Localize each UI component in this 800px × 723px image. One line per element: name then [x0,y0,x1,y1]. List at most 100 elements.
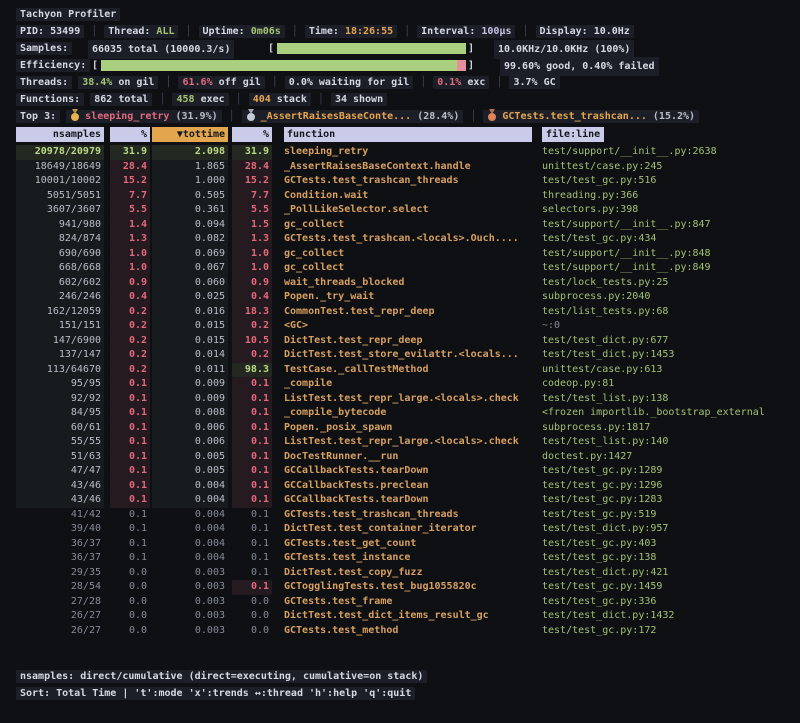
table-row[interactable]: 92/920.10.0090.1ListTest.test_repr_large… [16,392,784,407]
table-row[interactable]: 18649/1864928.41.86528.4_AssertRaisesBas… [16,160,784,175]
file-line-cell: test/support/__init__.py:2638 [532,145,784,160]
table-row[interactable]: 29/350.00.0030.1DictTest.test_copy_fuzzt… [16,566,784,581]
table-row[interactable]: 246/2460.40.0250.4Popen._try_waitsubproc… [16,290,784,305]
thread-label: Thread: [108,26,156,37]
tottime-cell: 0.003 [152,580,228,595]
pct-direct-cell: 1.0 [110,261,150,276]
table-row[interactable]: 162/120590.20.01618.3CommonTest.test_rep… [16,305,784,320]
table-row[interactable]: 20978/2097931.92.09831.9sleeping_retryte… [16,145,784,160]
column-header-tottime[interactable]: ▼tottime [150,127,228,143]
file-line-header-label: file:line [542,127,604,142]
table-row[interactable]: 3607/36075.50.3615.5_PollLikeSelector.se… [16,203,784,218]
table-row[interactable]: 147/69000.20.01510.5DictTest.test_repr_d… [16,334,784,349]
table-row[interactable]: 47/470.10.0050.1GCCallbackTests.tearDown… [16,464,784,479]
column-header-pct-cumulative[interactable]: % [228,127,272,143]
samples-line: Samples: 66035 total (10000.3/s) [ ] 10.… [16,40,784,57]
pct-direct-cell: 0.0 [110,624,150,639]
pct-direct-cell: 0.1 [110,522,150,537]
table-header: nsamples%▼tottime%functionfile:line [16,127,784,143]
profiler-screen: Tachyon Profiler PID: 53499│Thread: ALL│… [0,0,800,723]
table-row[interactable]: 602/6020.90.0600.9wait_threads_blockedte… [16,276,784,291]
table-row[interactable]: 137/1470.20.0140.2DictTest.test_store_ev… [16,348,784,363]
pct-cumulative-cell: 0.1 [232,421,272,436]
table-row[interactable]: 668/6681.00.0671.0gc_collecttest/support… [16,261,784,276]
table-row[interactable]: 36/370.10.0040.1GCTests.test_instancetes… [16,551,784,566]
pct-cumulative-cell: 1.0 [232,261,272,276]
tottime-cell: 0.005 [152,464,228,479]
file-line-cell: test/test_gc.py:1459 [532,580,784,595]
nsamples-cell: 26/27 [16,609,104,624]
tottime-cell: 0.094 [152,218,228,233]
column-header-pct-direct[interactable]: % [104,127,150,143]
efficiency-bar-open-bracket: [ [92,57,98,74]
column-header-file-line[interactable]: file:line [532,127,784,143]
pct-cumulative-cell: 0.0 [232,609,272,624]
top3-label: Top 3: [16,110,60,123]
table-row[interactable]: 5051/50517.70.5057.7Condition.waitthread… [16,189,784,204]
pct-direct-cell: 0.2 [110,334,150,349]
function-cell: gc_collect [272,218,532,233]
pct-cumulative-cell: 0.2 [232,348,272,363]
table-row[interactable]: 690/6901.00.0691.0gc_collecttest/support… [16,247,784,262]
tottime-cell: 0.361 [152,203,228,218]
table-row[interactable]: 84/950.10.0080.1_compile_bytecode<frozen… [16,406,784,421]
function-cell: GCTests.test_instance [272,551,532,566]
function-cell: gc_collect [272,247,532,262]
on-gil-value: 38.4% [82,77,118,88]
pct-direct-cell: 0.1 [110,377,150,392]
table-row[interactable]: 824/8741.30.0821.3GCTests.test_trashcan.… [16,232,784,247]
table-row[interactable]: 941/9801.40.0941.5gc_collecttest/support… [16,218,784,233]
function-cell: _PollLikeSelector.select [272,203,532,218]
table-row[interactable]: 43/460.10.0040.1GCCallbackTests.tearDown… [16,493,784,508]
file-line-cell: test/test_gc.py:1289 [532,464,784,479]
functions-item-shown: 34 shown [331,93,387,106]
table-row[interactable]: 39/400.10.0040.1DictTest.test_container_… [16,522,784,537]
metric-separator: │ [272,77,278,88]
function-cell: CommonTest.test_repr_deep [272,305,532,320]
table-row[interactable]: 26/270.00.0030.0GCTests.test_methodtest/… [16,624,784,639]
file-line-cell: test/test_gc.py:403 [532,537,784,552]
file-line-cell: unittest/case.py:245 [532,160,784,175]
table-row[interactable]: 113/646700.20.01198.3TestCase._callTestM… [16,363,784,378]
column-header-function[interactable]: function [272,127,532,143]
pct-cumulative-cell: 31.9 [232,145,272,160]
column-header-nsamples[interactable]: nsamples [16,127,104,143]
pct-direct-cell: 0.1 [110,450,150,465]
table-row[interactable]: 41/420.10.0040.1GCTests.test_trashcan_th… [16,508,784,523]
table-row[interactable]: 26/270.00.0030.0DictTest.test_dict_items… [16,609,784,624]
table-row[interactable]: 10001/1000215.21.00015.2GCTests.test_tra… [16,174,784,189]
nsamples-cell: 84/95 [16,406,104,421]
table-row[interactable]: 51/630.10.0050.1DocTestRunner.__rundocte… [16,450,784,465]
table-row[interactable]: 60/610.10.0060.1Popen._posix_spawnsubpro… [16,421,784,436]
pct-direct-cell: 31.9 [110,145,150,160]
table-row[interactable]: 55/550.10.0060.1ListTest.test_repr_large… [16,435,784,450]
file-line-cell: test/test_list.py:138 [532,392,784,407]
shown-label: shown [353,94,383,105]
file-line-cell: test/test_dict.py:421 [532,566,784,581]
function-cell: GCTests.test_trashcan.<locals>.Ouch.... [272,232,532,247]
table-row[interactable]: 36/370.10.0040.1GCTests.test_get_countte… [16,537,784,552]
table-row[interactable]: 27/280.00.0030.0GCTests.test_frametest/t… [16,595,784,610]
samples-bar-fill [277,43,466,54]
top3-function-name: _AssertRaisesBaseConte... [261,111,418,122]
table-row[interactable]: 95/950.10.0090.1_compilecodeop.py:81 [16,377,784,392]
function-cell: <GC> [272,319,532,334]
efficiency-bar-fail [457,60,466,71]
table-row[interactable]: 151/1510.20.0150.2<GC>~:0 [16,319,784,334]
table-row[interactable]: 28/540.00.0030.1GCTogglingTests.test_bug… [16,580,784,595]
file-line-cell: selectors.py:398 [532,203,784,218]
tottime-cell: 0.505 [152,189,228,204]
function-cell: DictTest.test_copy_fuzz [272,566,532,581]
status-field-uptime: Uptime: 0m06s [199,25,285,38]
nsamples-cell: 43/46 [16,479,104,494]
interval-label: Interval: [421,26,481,37]
function-cell: Popen._try_wait [272,290,532,305]
pct-direct-cell: 0.4 [110,290,150,305]
pct-direct-cell: 0.1 [110,493,150,508]
function-cell: ListTest.test_repr_large.<locals>.check [272,392,532,407]
file-line-cell: test/lock_tests.py:25 [532,276,784,291]
pct-direct-cell: 0.2 [110,363,150,378]
table-row[interactable]: 43/460.10.0040.1GCCallbackTests.preclean… [16,479,784,494]
status-field-time: Time: 18:26:55 [305,25,397,38]
file-line-cell: test/test_gc.py:138 [532,551,784,566]
